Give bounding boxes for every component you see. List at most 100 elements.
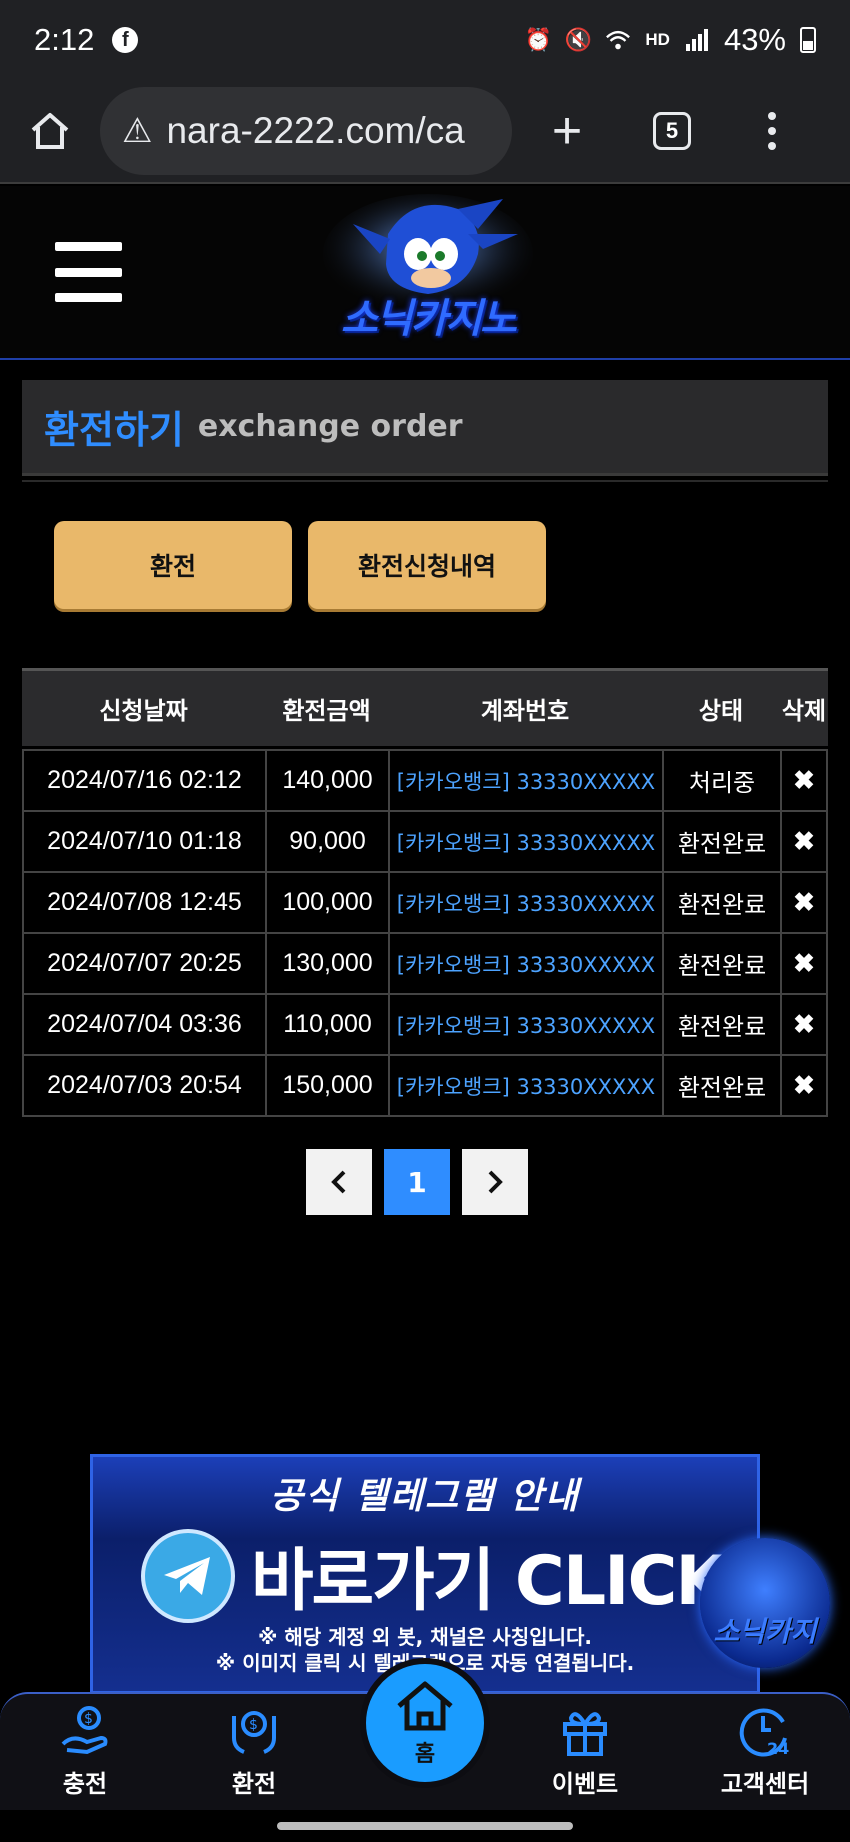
nav-home-label: 홈 (414, 1742, 436, 1767)
table-body: 2024/07/16 02:12 140,000 [카카오뱅크] 33330XX… (22, 749, 828, 1117)
cell-date: 2024/07/07 20:25 (22, 934, 265, 993)
cell-account: [카카오뱅크] 33330XXXXX (388, 995, 662, 1054)
gift-icon (563, 1712, 607, 1756)
delete-icon[interactable]: ✖ (780, 934, 828, 993)
site-header: 소닉카지노 (0, 186, 850, 360)
clock: 2:12 (34, 22, 95, 57)
cell-date: 2024/07/16 02:12 (22, 751, 265, 810)
hd-voice-icon: HD (645, 30, 670, 49)
delete-icon[interactable]: ✖ (780, 873, 828, 932)
browser-toolbar: ⚠ nara-2222.com/ca + 5 (0, 80, 850, 184)
telegram-icon (141, 1529, 235, 1623)
pagination: 1 (306, 1149, 528, 1215)
nav-home[interactable]: 홈 (360, 1658, 490, 1788)
cell-account: [카카오뱅크] 33330XXXXX (388, 934, 662, 993)
site-logo[interactable]: 소닉카지노 (318, 194, 538, 354)
divider (22, 480, 828, 482)
home-nav-icon (397, 1681, 453, 1731)
nav-event[interactable]: 이벤트 (525, 1704, 645, 1799)
tab-switcher-button[interactable]: 5 (622, 112, 722, 150)
nav-charge-label: 충전 (62, 1770, 108, 1798)
svg-text:$: $ (249, 1717, 258, 1733)
address-bar[interactable]: ⚠ nara-2222.com/ca (100, 87, 512, 175)
nav-exchange[interactable]: $ 환전 (194, 1704, 314, 1799)
alarm-icon: ⏰ (524, 27, 553, 52)
table-row: 2024/07/16 02:12 140,000 [카카오뱅크] 33330XX… (22, 751, 828, 812)
header-account: 계좌번호 (480, 697, 570, 725)
exchange-icon: $ (232, 1711, 276, 1754)
cell-date: 2024/07/04 03:36 (22, 995, 265, 1054)
gesture-handle[interactable] (277, 1822, 573, 1830)
facebook-icon: f (112, 27, 139, 53)
hamburger-menu-icon[interactable] (55, 242, 122, 302)
logo-text: 소닉카지노 (341, 296, 517, 342)
cell-amount: 130,000 (265, 934, 388, 993)
table-row: 2024/07/03 20:54 150,000 [카카오뱅크] 33330XX… (22, 1056, 828, 1117)
table-row: 2024/07/10 01:18 90,000 [카카오뱅크] 33330XXX… (22, 812, 828, 873)
url-text: nara-2222.com/ca (166, 110, 465, 151)
tab-count: 5 (653, 112, 691, 150)
delete-icon[interactable]: ✖ (780, 751, 828, 810)
cell-status: 환전완료 (662, 812, 780, 871)
banner-cta: 바로가기 CLICK (251, 1542, 728, 1621)
cell-status: 환전완료 (662, 873, 780, 932)
exchange-table: 신청날짜 환전금액 계좌번호 상태 삭제 2024/07/16 02:12 14… (22, 668, 828, 1117)
table-header: 신청날짜 환전금액 계좌번호 상태 삭제 (22, 668, 828, 746)
header-delete: 삭제 (781, 697, 827, 725)
nav-exchange-label: 환전 (231, 1770, 277, 1798)
cell-amount: 90,000 (265, 812, 388, 871)
header-status: 상태 (698, 697, 744, 725)
battery-percent: 43% (723, 22, 786, 57)
warning-icon[interactable]: ⚠ (122, 111, 152, 151)
cell-date: 2024/07/08 12:45 (22, 873, 265, 932)
cell-account: [카카오뱅크] 33330XXXXX (388, 812, 662, 871)
cell-amount: 140,000 (265, 751, 388, 810)
page-title-box: 환전하기 exchange order (22, 380, 828, 476)
more-menu-icon[interactable] (722, 112, 822, 150)
mute-icon: 🔇 (564, 27, 593, 52)
home-icon[interactable] (0, 108, 100, 154)
support-24-icon: 24 (739, 1708, 789, 1758)
svg-text:$: $ (84, 1711, 93, 1727)
status-bar: 2:12 f ⏰ 🔇 HD 43% (0, 0, 850, 80)
cell-status: 처리중 (662, 751, 780, 810)
nav-support[interactable]: 24 고객센터 (705, 1704, 825, 1799)
table-row: 2024/07/08 12:45 100,000 [카카오뱅크] 33330XX… (22, 873, 828, 934)
nav-charge[interactable]: $ 충전 (25, 1704, 145, 1799)
delete-icon[interactable]: ✖ (780, 1056, 828, 1115)
prev-page-button[interactable] (306, 1149, 372, 1215)
nav-event-label: 이벤트 (551, 1770, 619, 1798)
banner-note-1: ※ 해당 계정 외 봇, 채널은 사칭입니다. (257, 1625, 593, 1649)
signal-icon (684, 27, 710, 53)
status-icons: ⏰ 🔇 HD 43% (525, 22, 816, 58)
cell-status: 환전완료 (662, 1056, 780, 1115)
header-amount: 환전금액 (282, 697, 371, 725)
table-row: 2024/07/04 03:36 110,000 [카카오뱅크] 33330XX… (22, 995, 828, 1056)
exchange-history-button[interactable]: 환전신청내역 (308, 521, 546, 609)
delete-icon[interactable]: ✖ (780, 812, 828, 871)
cell-status: 환전완료 (662, 995, 780, 1054)
cell-amount: 150,000 (265, 1056, 388, 1115)
cell-amount: 100,000 (265, 873, 388, 932)
page-1-button[interactable]: 1 (384, 1149, 450, 1215)
floating-logo-badge[interactable]: 소닉카지 (700, 1538, 830, 1668)
page-title: 환전하기 (44, 408, 184, 452)
cell-date: 2024/07/10 01:18 (22, 812, 265, 871)
next-page-button[interactable] (462, 1149, 528, 1215)
wifi-icon (605, 27, 631, 53)
charge-icon: $ (61, 1706, 108, 1755)
system-nav-bar (0, 1810, 850, 1842)
header-date: 신청날짜 (99, 697, 188, 725)
badge-text: 소닉카지 (713, 1615, 817, 1648)
delete-icon[interactable]: ✖ (780, 995, 828, 1054)
nav-support-label: 고객센터 (720, 1770, 810, 1798)
cell-account: [카카오뱅크] 33330XXXXX (388, 1056, 662, 1115)
battery-icon (800, 27, 816, 53)
cell-account: [카카오뱅크] 33330XXXXX (388, 873, 662, 932)
new-tab-icon[interactable]: + (512, 101, 622, 161)
exchange-button[interactable]: 환전 (54, 521, 292, 609)
cell-date: 2024/07/03 20:54 (22, 1056, 265, 1115)
svg-text:24: 24 (767, 1739, 789, 1758)
page-subtitle: exchange order (197, 409, 463, 444)
cell-account: [카카오뱅크] 33330XXXXX (388, 751, 662, 810)
